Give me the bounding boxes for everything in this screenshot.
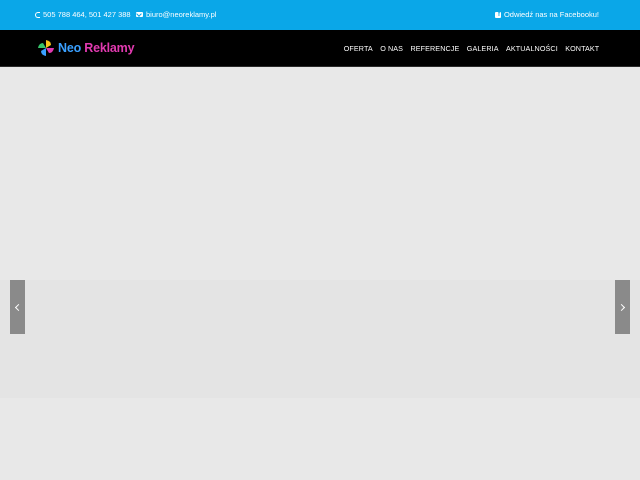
hero-slider (0, 68, 640, 480)
phone-icon (35, 11, 40, 18)
main-menu: OFERTA O NAS REFERENCJE GALERIA AKTUALNO… (340, 44, 603, 53)
facebook-link-text: Odwiedź nas na Facebooku! (503, 10, 599, 19)
chevron-right-icon (617, 303, 626, 311)
menu-item-kontakt[interactable]: KONTAKT (562, 44, 604, 53)
slider-next-button[interactable] (615, 280, 630, 334)
slider-prev-button[interactable] (10, 280, 25, 334)
main-navbar: Neo Reklamy OFERTA O NAS REFERENCJE GALE… (0, 30, 640, 67)
logo-pinwheel-icon (38, 40, 54, 56)
chevron-left-icon (14, 303, 23, 311)
email-contact[interactable]: biuro@neoreklamy.pl (136, 10, 216, 19)
facebook-icon: f (494, 11, 501, 18)
menu-item-o-nas[interactable]: O NAS (377, 44, 407, 53)
menu-item-referencje[interactable]: REFERENCJE (407, 44, 463, 53)
envelope-icon (136, 12, 143, 17)
menu-item-galeria[interactable]: GALERIA (463, 44, 502, 53)
site-logo[interactable]: Neo Reklamy (37, 38, 135, 58)
slider-placeholder-band (0, 280, 640, 398)
top-contact-bar: 505 788 464, 501 427 388 biuro@neoreklam… (0, 0, 640, 30)
menu-item-oferta[interactable]: OFERTA (340, 44, 376, 53)
facebook-link[interactable]: f Odwiedź nas na Facebooku! (494, 10, 599, 19)
email-address: biuro@neoreklamy.pl (146, 10, 217, 19)
phone-numbers: 505 788 464, 501 427 388 (43, 10, 131, 19)
menu-item-aktualnosci[interactable]: AKTUALNOŚCI (502, 44, 561, 53)
logo-text: Neo Reklamy (58, 41, 135, 55)
phone-contact[interactable]: 505 788 464, 501 427 388 (35, 10, 131, 19)
